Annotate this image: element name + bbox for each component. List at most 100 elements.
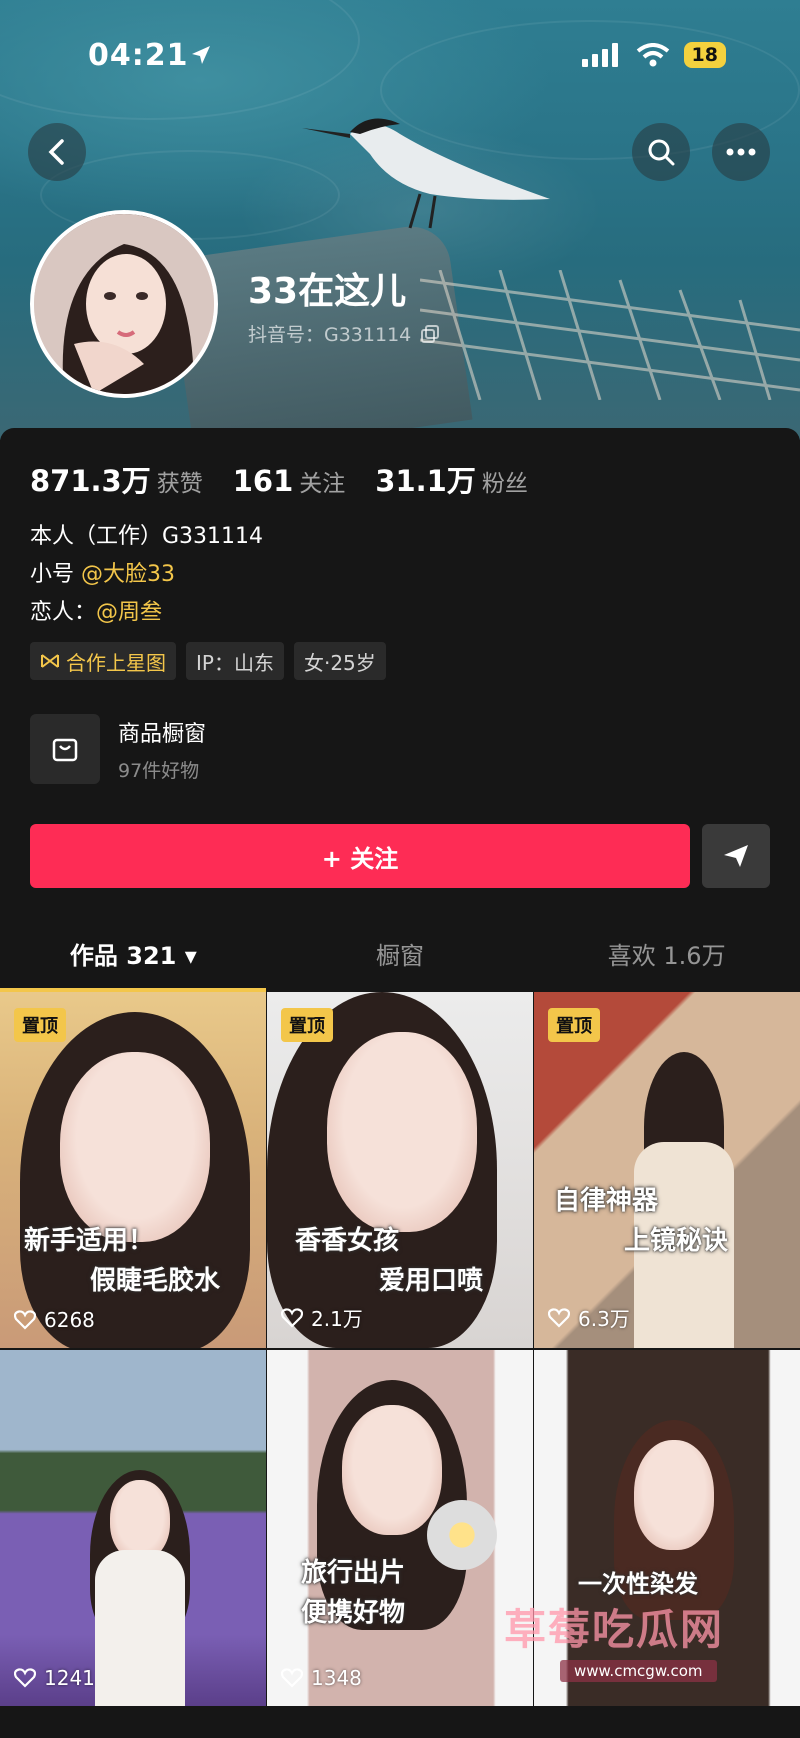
more-icon — [726, 148, 756, 156]
profile-info-panel: 871.3万 获赞 161 关注 31.1万 粉丝 本人（工作）G331114 小号 … — [0, 428, 800, 992]
tag-gender-age: 女·25岁 — [293, 642, 386, 680]
tag-label: 女·25岁 — [303, 650, 376, 675]
video-thumbnail[interactable]: 旅行出片 便携好物 1348 — [267, 1350, 533, 1706]
stat-label: 粉丝 — [481, 471, 528, 497]
bio-line: 恋人：@周叁 — [30, 594, 263, 632]
shop-title: 商品橱窗 — [118, 721, 207, 747]
watermark-url: www.cmcgw.com — [560, 1660, 717, 1682]
likes-count: 1348 — [311, 1666, 362, 1690]
likes-count: 2.1万 — [311, 1307, 363, 1331]
avatar-portrait — [34, 214, 214, 394]
video-caption: 假睫毛胶水 — [90, 1266, 221, 1296]
alt-account-link[interactable]: @大脸33 — [81, 562, 175, 587]
heart-icon — [548, 1307, 570, 1328]
tab-shop-window[interactable]: 橱窗 — [267, 928, 534, 990]
thumbnail-figure — [60, 1052, 210, 1242]
video-likes: 6268 — [14, 1308, 95, 1332]
share-icon — [724, 845, 748, 867]
video-caption: 自律神器 — [554, 1186, 659, 1216]
wifi-icon — [636, 43, 669, 67]
battery-indicator: 18 — [683, 42, 726, 68]
video-thumbnail[interactable]: 1241 — [0, 1350, 266, 1706]
video-thumbnail[interactable]: 置顶 自律神器 上镜秘诀 6.3万 — [534, 992, 800, 1348]
video-likes: 6.3万 — [548, 1303, 630, 1332]
watermark-text: 草莓吃瓜网 — [504, 1605, 725, 1654]
video-caption: 旅行出片 — [301, 1558, 406, 1588]
bio-line: 本人（工作）G331114 — [30, 524, 264, 549]
shop-subtitle: 97件好物 — [118, 759, 200, 782]
tag-label: IP：山东 — [196, 650, 274, 675]
stat-value: 871.3万 — [30, 464, 151, 498]
banner-rope-net — [420, 270, 800, 400]
likes-count: 1241 — [44, 1666, 95, 1690]
content-tabs: 作品 321 ▾ 橱窗 喜欢 1.6万 — [0, 928, 800, 990]
back-icon — [48, 139, 64, 165]
video-caption: 上镜秘诀 — [624, 1226, 729, 1256]
signal-icon — [581, 43, 618, 67]
nickname: 33在这儿 — [248, 271, 407, 312]
heart-icon — [14, 1310, 36, 1330]
video-caption: 一次性染发 — [578, 1570, 698, 1598]
pinned-badge: 置顶 — [14, 1008, 66, 1042]
profile-tags: 合作上星图 IP：山东 女·25岁 — [30, 642, 386, 680]
tag-label: 合作上星图 — [66, 650, 166, 675]
stat-label: 获赞 — [156, 471, 203, 497]
video-caption: 香香女孩 — [295, 1226, 400, 1256]
share-button[interactable] — [702, 824, 770, 888]
pinned-badge: 置顶 — [548, 1008, 600, 1042]
status-time: 04:21 — [88, 38, 189, 73]
bag-icon — [52, 738, 78, 762]
tag-star-chart[interactable]: 合作上星图 — [30, 642, 176, 680]
bio-line: 小号 @大脸33 — [30, 556, 263, 594]
douyin-id: 抖音号：G331114 — [248, 320, 440, 347]
tab-likes[interactable]: 喜欢 1.6万 — [533, 928, 800, 990]
shop-icon-box — [30, 714, 100, 784]
tab-works[interactable]: 作品 321 ▾ — [0, 928, 267, 990]
search-icon — [648, 139, 675, 166]
likes-count: 6268 — [44, 1308, 95, 1332]
thumbnail-figure — [95, 1550, 185, 1706]
bio-prefix: 小号 — [30, 562, 75, 587]
stat-following[interactable]: 161 关注 — [233, 464, 346, 498]
stat-label: 关注 — [299, 471, 346, 497]
star-chart-icon — [41, 654, 59, 668]
heart-icon — [281, 1307, 303, 1328]
video-likes: 1348 — [281, 1666, 362, 1690]
likes-count: 6.3万 — [578, 1307, 630, 1331]
follow-button[interactable]: + 关注 — [30, 824, 690, 888]
partner-link[interactable]: @周叁 — [96, 600, 162, 625]
shop-window-entry[interactable]: 商品橱窗 97件好物 — [30, 714, 206, 784]
status-indicators: 18 — [581, 42, 726, 68]
video-likes: 1241 — [14, 1666, 95, 1690]
avatar[interactable] — [30, 210, 218, 398]
tag-ip: IP：山东 — [186, 642, 284, 680]
video-caption: 便携好物 — [301, 1598, 406, 1628]
banner-bird — [302, 118, 550, 229]
pinned-badge: 置顶 — [281, 1008, 333, 1042]
stat-followers[interactable]: 31.1万 粉丝 — [375, 458, 528, 500]
video-caption: 爱用口喷 — [379, 1266, 484, 1296]
thumbnail-figure — [427, 1500, 497, 1570]
video-likes: 2.1万 — [281, 1303, 363, 1332]
copy-icon[interactable] — [421, 325, 440, 343]
thumbnail-figure — [342, 1405, 442, 1535]
thumbnail-figure — [327, 1032, 477, 1232]
video-thumbnail[interactable]: 置顶 新手适用！ 假睫毛胶水 6268 — [0, 992, 266, 1348]
bio: 本人（工作）G331114 小号 @大脸33 恋人：@周叁 — [30, 518, 263, 632]
bio-prefix: 恋人： — [30, 600, 97, 625]
more-button[interactable] — [712, 123, 770, 181]
location-arrow-icon — [192, 46, 210, 64]
stat-value: 31.1万 — [375, 464, 476, 498]
heart-icon — [14, 1668, 36, 1688]
douyin-id-text: 抖音号：G331114 — [248, 324, 412, 346]
thumbnail-figure — [110, 1480, 170, 1560]
thumbnail-figure — [634, 1440, 714, 1550]
stat-likes[interactable]: 871.3万 获赞 — [30, 458, 203, 500]
search-button[interactable] — [632, 123, 690, 181]
heart-icon — [281, 1668, 303, 1688]
video-thumbnail[interactable]: 置顶 香香女孩 爱用口喷 2.1万 — [267, 992, 533, 1348]
profile-stats: 871.3万 获赞 161 关注 31.1万 粉丝 — [30, 458, 528, 500]
stat-value: 161 — [232, 464, 294, 498]
video-caption: 新手适用！ — [24, 1226, 155, 1256]
back-button[interactable] — [28, 123, 86, 181]
